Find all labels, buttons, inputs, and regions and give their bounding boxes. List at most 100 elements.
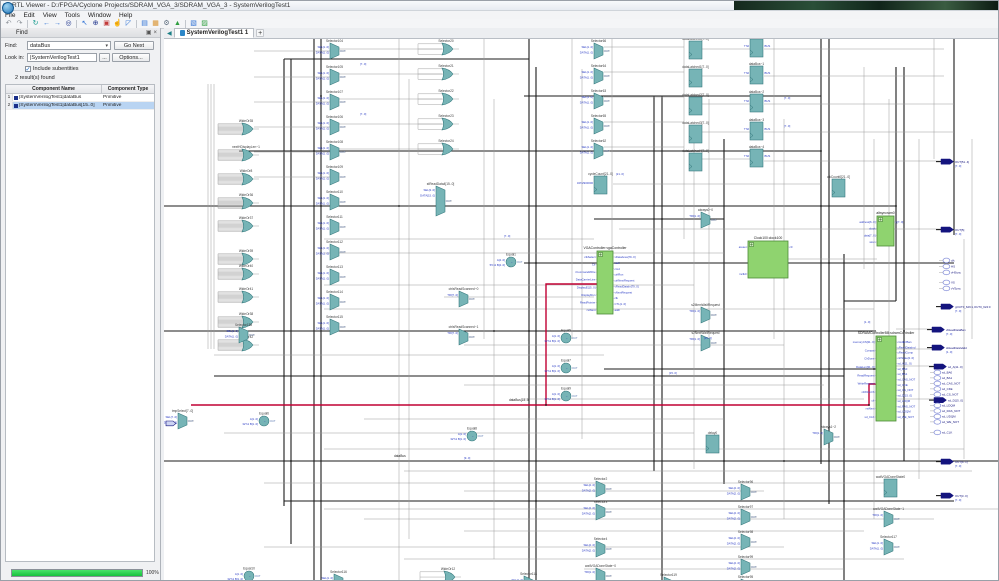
- component-waitvgadonestate0-register[interactable]: [884, 479, 897, 497]
- zoom-tool-icon[interactable]: ⊕: [91, 19, 101, 28]
- component-selector105-mux[interactable]: [330, 69, 339, 85]
- component-selector66-mux[interactable]: [594, 43, 603, 59]
- component-selector96-mux[interactable]: [741, 484, 750, 500]
- refresh-icon[interactable]: ↻: [31, 19, 41, 28]
- component-wideor35-orgate[interactable]: [242, 123, 253, 135]
- output-bus-pin-sd-a-11-0-[interactable]: [934, 364, 947, 369]
- component-datalatched1-7-0--register[interactable]: [689, 69, 702, 87]
- new-tab-button[interactable]: +: [256, 29, 264, 37]
- component-selector115-mux[interactable]: [330, 319, 339, 335]
- component-selector63-mux[interactable]: [594, 93, 603, 109]
- component-wideor40-orgate[interactable]: [242, 268, 253, 280]
- settings-icon[interactable]: ⚙: [162, 19, 172, 28]
- browse-button[interactable]: ...: [99, 53, 110, 62]
- select-tool-icon[interactable]: ↖: [80, 19, 90, 28]
- component-clock100-clock100-module[interactable]: [748, 241, 788, 278]
- find-input[interactable]: dataBus ▾: [27, 41, 111, 50]
- table-row[interactable]: 1|SystemVerilogTest1|dataBusPrimitive: [6, 94, 154, 102]
- component-selector113-mux[interactable]: [330, 269, 339, 285]
- table-row[interactable]: 2|SystemVerilogTest1|dataBus[15..0]Primi…: [6, 102, 154, 110]
- menu-window[interactable]: Window: [84, 12, 115, 19]
- close-panel-icon[interactable]: ×: [153, 30, 157, 36]
- output-bus-pin-out-51-4-[interactable]: [941, 159, 954, 164]
- component-wideor36-orgate[interactable]: [242, 197, 253, 209]
- look-in-input[interactable]: |SystemVerilogTest1: [27, 53, 97, 62]
- help-bubble-icon[interactable]: [2, 2, 14, 14]
- component-databus-3-register[interactable]: [750, 122, 763, 140]
- output-bus-pin-out-5-[interactable]: [941, 227, 954, 232]
- component-selector119-mux[interactable]: [664, 577, 673, 581]
- output-pin-sd_udqm[interactable]: [934, 414, 941, 419]
- component-databus-4-register[interactable]: [750, 149, 763, 167]
- component-wideor8-orgate[interactable]: [242, 173, 253, 185]
- component-vgacontroller-vgacontroller-module[interactable]: [597, 251, 613, 314]
- output-pin-sd_cs_not[interactable]: [934, 392, 941, 397]
- component-selector2-mux[interactable]: [596, 481, 605, 497]
- component-selector64-mux[interactable]: [594, 68, 603, 84]
- column-component-name[interactable]: Component Name: [6, 85, 102, 93]
- component-selector97-mux[interactable]: [741, 509, 750, 525]
- component-wideor41-orgate[interactable]: [242, 291, 253, 303]
- output-pin-sd_we_not[interactable]: [934, 420, 941, 425]
- component-waitvgadonestate-0-mux[interactable]: [596, 568, 605, 581]
- component-databus-2-register[interactable]: [750, 94, 763, 112]
- component-datalatched3-7-0--register[interactable]: [689, 125, 702, 143]
- output-bus-pin-out-4-1-[interactable]: [941, 459, 954, 464]
- component-selector107-mux[interactable]: [330, 94, 339, 110]
- output-pin-hs[interactable]: [943, 264, 950, 269]
- component-selector104-mux[interactable]: [330, 43, 339, 59]
- nav-forward-icon[interactable]: →: [53, 19, 63, 28]
- output-pin-sd_cke[interactable]: [934, 387, 941, 392]
- component-delay0-register[interactable]: [706, 435, 719, 453]
- component-selector108-mux[interactable]: [330, 144, 339, 160]
- component-datalatched4-7-0--register[interactable]: [689, 153, 702, 171]
- component-selector114-mux[interactable]: [330, 294, 339, 310]
- include-subentities-checkbox[interactable]: ✓: [25, 66, 31, 72]
- export-page-icon[interactable]: ▨: [200, 19, 210, 28]
- component-cyclecount-21-0--register[interactable]: [594, 176, 607, 194]
- component-datalatched0-7-0--register[interactable]: [689, 41, 702, 59]
- highlighted-net-databus[interactable]: [191, 384, 876, 405]
- fit-view-icon[interactable]: ▣: [102, 19, 112, 28]
- tab-systemverilogtest1[interactable]: SystemVerilogTest1 1: [174, 28, 255, 38]
- output-pin-sd_ba1[interactable]: [934, 376, 941, 381]
- output-pin-sd_cas_not[interactable]: [934, 381, 941, 386]
- output-pin-vhsync[interactable]: [943, 270, 950, 275]
- component-selector111-mux[interactable]: [330, 219, 339, 235]
- menu-view[interactable]: View: [39, 12, 61, 19]
- output-pin-sd_ldqm[interactable]: [934, 403, 941, 408]
- component-selector3-mux[interactable]: [596, 504, 605, 520]
- component-selector106-mux[interactable]: [330, 119, 339, 135]
- component-selector20-orgate[interactable]: [442, 43, 453, 55]
- column-component-type[interactable]: Component Type: [102, 86, 154, 92]
- component-wideor12-orgate[interactable]: [444, 571, 455, 581]
- menu-edit[interactable]: Edit: [19, 12, 38, 19]
- component-selector98-mux[interactable]: [741, 534, 750, 550]
- redo-icon[interactable]: ↷: [15, 19, 25, 28]
- component-selector21-orgate[interactable]: [442, 68, 453, 80]
- component-streaddata4-15-0--mux[interactable]: [436, 186, 445, 216]
- component-ctrlsreadscanned-0-mux[interactable]: [459, 291, 468, 307]
- tab-nav-icon[interactable]: ◀: [167, 30, 172, 37]
- component-datalatched2-7-0--register[interactable]: [689, 97, 702, 115]
- component-selector99-mux[interactable]: [741, 559, 750, 575]
- component-selector62-mux[interactable]: [594, 143, 603, 159]
- float-panel-icon[interactable]: ▣: [146, 29, 152, 36]
- output-pin-vvsync[interactable]: [943, 286, 950, 291]
- netlist-icon[interactable]: ▦: [151, 19, 161, 28]
- output-bus-pin-out-3-0-[interactable]: [941, 493, 954, 498]
- component-databus-1-register[interactable]: [750, 66, 763, 84]
- component-selector24-orgate[interactable]: [442, 143, 453, 155]
- schematic-canvas[interactable]: WideOr35nextHDisplayLen~1WideOr8WideOr36…: [164, 39, 999, 581]
- component-selector23-orgate[interactable]: [442, 118, 453, 130]
- rubberband-icon[interactable]: ◸: [124, 19, 134, 28]
- go-next-button[interactable]: Go Next: [114, 41, 154, 50]
- component-waitvgadonestate-1-mux[interactable]: [884, 511, 893, 527]
- component-wideor37-orgate[interactable]: [242, 220, 253, 232]
- component-selector117-mux[interactable]: [884, 539, 893, 555]
- menu-tools[interactable]: Tools: [61, 12, 84, 19]
- output-pin-vs[interactable]: [943, 280, 950, 285]
- component-databus-0-register[interactable]: [750, 39, 763, 57]
- schematic-svg[interactable]: WideOr35nextHDisplayLen~1WideOr8WideOr36…: [164, 39, 999, 581]
- output-bus-pin-vreaddataban[interactable]: [932, 327, 945, 332]
